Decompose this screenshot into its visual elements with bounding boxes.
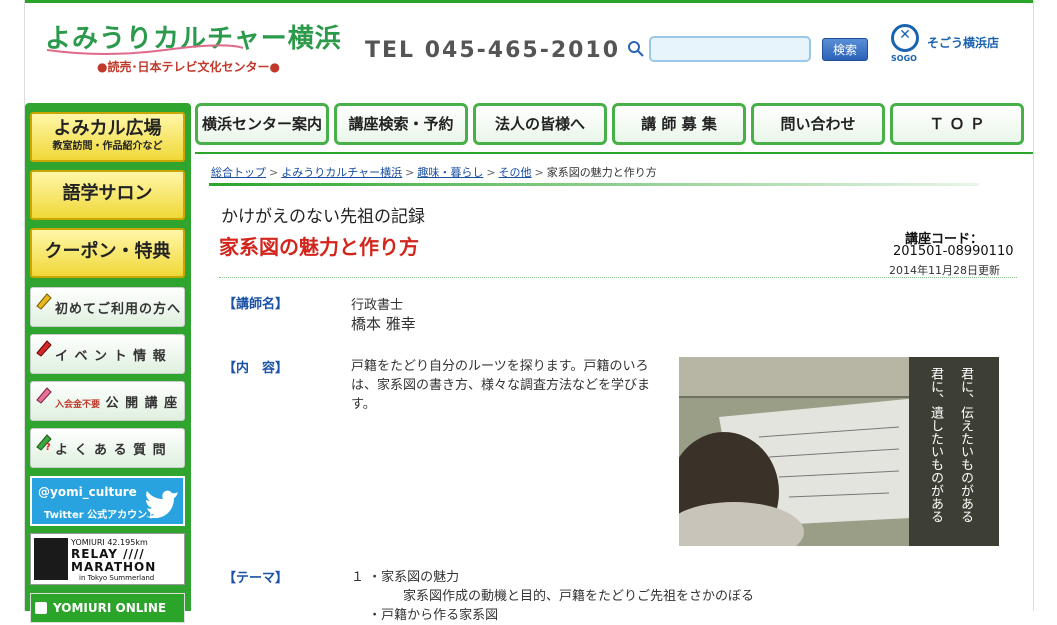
twitter-handle: @yomi_culture — [38, 485, 137, 499]
breadcrumb-link[interactable]: その他 — [499, 166, 532, 179]
course-code-value: 201501-08990110 — [893, 244, 1014, 259]
logo-subtitle: ●読売･日本テレビ文化センター● — [97, 60, 280, 74]
sidebar-language-salon[interactable]: 語学サロン — [30, 170, 185, 220]
pencil-icon — [36, 293, 52, 310]
arrow-icon — [35, 602, 47, 614]
pencil-icon — [36, 387, 52, 404]
pencil-question-icon: ? — [36, 434, 52, 451]
search-icon — [628, 41, 644, 57]
sidebar-coupon[interactable]: クーポン・特典 — [30, 228, 185, 278]
site-logo[interactable]: よみうりカルチャー横浜 ●読売･日本テレビ文化センター● — [45, 14, 345, 80]
sidebar-yomiuri-online-banner[interactable]: YOMIURI ONLINE — [30, 593, 185, 623]
pencil-icon — [36, 340, 52, 357]
search-button[interactable]: 検索 — [822, 38, 868, 61]
breadcrumb-sep: > — [405, 166, 415, 179]
top-accent-bar — [25, 0, 1033, 3]
sidebar-events-label: イ ベ ン ト 情 報 — [55, 349, 167, 364]
tab-course-search[interactable]: 講座検索・予約 — [334, 103, 468, 145]
breadcrumb: 総合トップ > よみうりカルチャー横浜 > 趣味・暮らし > その他 > 家系図の魅力と作り方 — [211, 164, 657, 180]
marathon-logo-icon — [34, 538, 68, 580]
yomiuri-online-label: YOMIURI ONLINE — [53, 601, 167, 615]
theme-item: ・戸籍から作る家系図 — [351, 608, 499, 623]
svg-text:?: ? — [45, 442, 51, 451]
tab-contact[interactable]: 問い合わせ — [751, 103, 885, 145]
phone-number: TEL 045-465-2010 — [365, 38, 621, 63]
sogo-x-icon: ✕ — [899, 27, 911, 43]
breadcrumb-link[interactable]: 総合トップ — [211, 166, 266, 179]
content-description: 戸籍をたどり自分のルーツを探ります。戸籍のいろは、家系図の書き方、様々な調査方法… — [351, 359, 651, 412]
breadcrumb-sep: > — [269, 166, 279, 179]
no-fee-badge: 入会金不要 — [55, 400, 101, 410]
header-divider — [219, 277, 1017, 278]
sogo-label: そごう横浜店 — [927, 36, 1000, 50]
tab-top[interactable]: Ｔ Ｏ Ｐ — [890, 103, 1024, 145]
theme-label: 【テーマ】 — [223, 571, 289, 586]
breadcrumb-sep: > — [534, 166, 544, 179]
page-container: よみうりカルチャー横浜 ●読売･日本テレビ文化センター● TEL 045-465… — [24, 0, 1034, 623]
theme-item-detail: 家系図作成の動機と目的、戸籍をたどりご先祖をさかのぼる — [403, 589, 755, 604]
sidebar-language-title: 語学サロン — [62, 183, 153, 204]
marathon-line1: YOMIURI 42.195km — [71, 538, 148, 547]
sidebar-open-courses[interactable]: 入会金不要 公 開 講 座 — [30, 381, 185, 421]
twitter-bird-icon — [145, 490, 178, 518]
updated-date: 2014年11月28日更新 — [889, 264, 1000, 277]
sidebar-events[interactable]: イ ベ ン ト 情 報 — [30, 334, 185, 374]
sidebar-first-time-label: 初めてご利用の方へ — [55, 302, 182, 317]
logo-swoosh-icon — [46, 44, 244, 55]
course-subtitle: かけがえのない先祖の記録 — [221, 207, 425, 227]
sidebar-yomikaru-sub: 教室訪問・作品紹介など — [52, 141, 163, 152]
sogo-small-label: SOGO — [891, 54, 917, 63]
course-title: 家系図の魅力と作り方 — [219, 235, 419, 259]
instructor-name: 橋本 雅幸 — [351, 315, 416, 333]
photo-illustration — [679, 357, 999, 546]
sidebar-yomikaru-hiroba[interactable]: よみカル広場 教室訪問・作品紹介など — [30, 112, 185, 162]
theme-list: １ ・家系図の魅力 家系図作成の動機と目的、戸籍をたどりご先祖をさかのぼる ・戸… — [351, 568, 754, 625]
sidebar-faq-label: よ く あ る 質 問 — [55, 443, 167, 458]
marathon-line4: in Tokyo Summerland — [79, 574, 155, 582]
theme-item: １ ・家系図の魅力 — [351, 570, 460, 585]
photo-caption-2: 君に、遺したいものがある — [928, 367, 943, 523]
breadcrumb-link[interactable]: 趣味・暮らし — [417, 166, 483, 179]
photo-caption-1: 君に、伝えたいものがある — [958, 367, 973, 523]
tab-instructor-recruit[interactable]: 講 師 募 集 — [612, 103, 746, 145]
sidebar-first-time[interactable]: 初めてご利用の方へ — [30, 287, 185, 327]
marathon-line2: RELAY //// — [71, 547, 145, 561]
open-courses-text: 公 開 講 座 — [105, 396, 179, 411]
sidebar-coupon-title: クーポン・特典 — [44, 241, 171, 262]
tab-yokohama-center[interactable]: 横浜センター案内 — [195, 103, 329, 145]
sidebar-open-courses-label: 入会金不要 公 開 講 座 — [55, 392, 178, 411]
instructor-role: 行政書士 — [351, 298, 404, 313]
sidebar-relay-marathon-banner[interactable]: YOMIURI 42.195km RELAY //// MARATHON in … — [30, 533, 185, 585]
breadcrumb-link[interactable]: よみうりカルチャー横浜 — [281, 166, 402, 179]
search-input[interactable] — [649, 36, 811, 62]
breadcrumb-sep: > — [486, 166, 496, 179]
sidebar-yomikaru-title: よみカル広場 — [53, 118, 162, 139]
breadcrumb-current: 家系図の魅力と作り方 — [546, 166, 657, 179]
marathon-line3: MARATHON — [71, 560, 157, 574]
nav-divider — [195, 152, 1033, 154]
course-photo: 君に、伝えたいものがある 君に、遺したいものがある — [679, 357, 999, 546]
twitter-sub: Twitter 公式アカウント — [44, 510, 158, 521]
sidebar: よみカル広場 教室訪問・作品紹介など 語学サロン クーポン・特典 初めてご利用の… — [25, 103, 191, 623]
main-nav: 横浜センター案内 講座検索・予約 法人の皆様へ 講 師 募 集 問い合わせ Ｔ … — [195, 103, 1029, 147]
sidebar-faq[interactable]: ? よ く あ る 質 問 — [30, 428, 185, 468]
instructor-label: 【講師名】 — [223, 297, 289, 312]
sogo-logo[interactable]: ✕ そごう横浜店 SOGO — [891, 24, 1016, 66]
tab-corporate[interactable]: 法人の皆様へ — [473, 103, 607, 145]
content-label: 【内 容】 — [223, 361, 289, 376]
sidebar-twitter-banner[interactable]: @yomi_culture Twitter 公式アカウント — [30, 476, 185, 526]
breadcrumb-underline — [209, 183, 979, 186]
